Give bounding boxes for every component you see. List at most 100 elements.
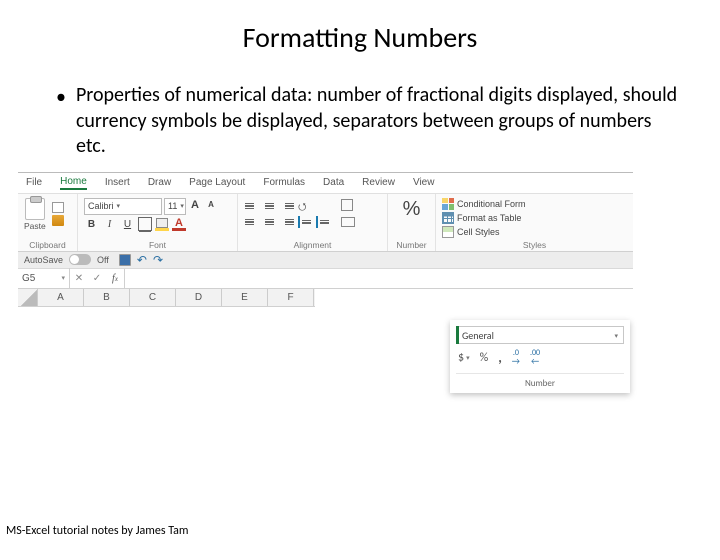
increase-decimal-button[interactable]: .0→ [512,349,520,366]
fx-icon[interactable]: fx [106,273,124,284]
align-bottom-icon[interactable] [280,200,295,212]
bullet-marker: • [56,85,66,160]
percent-style-icon[interactable]: % [403,198,421,221]
decrease-decimal-button[interactable]: .00← [530,349,540,366]
excel-screenshot: File Home Insert Draw Page Layout Formul… [18,172,633,307]
col-header[interactable]: D [176,289,222,306]
quick-access-toolbar: AutoSave Off ↶ ↷ [18,252,633,269]
decrease-font-icon[interactable]: A [204,198,218,212]
tab-review[interactable]: Review [362,177,395,188]
tab-home[interactable]: Home [60,176,87,190]
tab-page-layout[interactable]: Page Layout [189,177,245,188]
chevron-down-icon: ▾ [614,331,618,340]
formula-input[interactable] [125,269,633,288]
cell-styles-label: Cell Styles [457,227,500,237]
font-name-value: Calibri [88,201,114,211]
wrap-text-button[interactable] [339,198,357,213]
bullet-item: • Properties of numerical data: number o… [56,83,680,160]
format-painter-icon[interactable] [52,215,64,226]
decrease-indent-icon[interactable] [298,216,313,228]
format-table-icon [442,212,454,224]
group-alignment: ⭯ Alignment [238,194,388,251]
currency-style-button[interactable]: $ ▾ [458,351,470,365]
autosave-toggle[interactable] [69,254,91,265]
formula-bar: G5 ▾ ✕ ✓ fx [18,269,633,289]
autosave-label: AutoSave [24,255,63,265]
chevron-down-icon: ▾ [61,274,65,282]
tab-file[interactable]: File [26,177,42,188]
fill-color-button[interactable] [155,218,169,231]
name-box-value: G5 [22,273,35,284]
slide-footer: MS-Excel tutorial notes by James Tam [6,524,188,538]
clipboard-label: Clipboard [24,240,71,250]
merge-icon [341,217,355,227]
bullet-text: Properties of numerical data: number of … [76,83,680,160]
undo-icon[interactable]: ↶ [137,254,147,266]
cell-styles-icon [442,226,454,238]
font-color-swatch [172,228,186,231]
styles-label: Styles [442,240,627,250]
number-label: Number [394,240,429,250]
name-box[interactable]: G5 ▾ [18,268,70,288]
slide-title: Formatting Numbers [0,20,720,55]
enter-formula-icon[interactable]: ✓ [88,273,106,284]
conditional-formatting-label: Conditional Form [457,199,526,209]
align-center-icon[interactable] [262,216,277,228]
tab-view[interactable]: View [413,177,435,188]
number-format-value: General [462,329,494,342]
chevron-down-icon: ▾ [466,353,470,362]
number-format-popout: General ▾ $ ▾ % , .0→ .00← Number [450,320,630,393]
tab-data[interactable]: Data [323,177,344,188]
col-header[interactable]: E [222,289,268,306]
orientation-icon[interactable]: ⭯ [298,200,312,214]
col-header[interactable]: B [84,289,130,306]
paste-button[interactable]: Paste [24,198,46,231]
merge-center-button[interactable] [339,215,357,230]
chevron-down-icon: ▾ [180,202,184,210]
copy-icon[interactable] [52,202,64,213]
cancel-formula-icon[interactable]: ✕ [70,273,88,284]
increase-indent-icon[interactable] [316,216,331,228]
paste-label: Paste [24,221,46,231]
font-label: Font [84,240,231,250]
comma-style-button[interactable]: , [498,349,502,366]
select-all-corner[interactable] [18,289,38,306]
font-size-value: 11 [168,201,177,211]
format-as-table-button[interactable]: Format as Table [442,212,627,224]
format-table-label: Format as Table [457,213,521,223]
group-font: Calibri ▾ 11 ▾ A A B I U [78,194,238,251]
wrap-text-icon [341,199,353,211]
redo-icon[interactable]: ↷ [153,254,163,266]
font-color-button[interactable]: A [172,218,186,231]
col-header[interactable]: A [38,289,84,306]
align-right-icon[interactable] [280,216,295,228]
align-middle-icon[interactable] [262,200,277,212]
save-icon[interactable] [119,254,131,266]
conditional-formatting-button[interactable]: Conditional Form [442,198,627,210]
autosave-state: Off [97,255,109,265]
font-name-combo[interactable]: Calibri ▾ [84,198,162,215]
group-clipboard: Paste Clipboard [18,194,78,251]
cell-styles-button[interactable]: Cell Styles [442,226,627,238]
bucket-icon [156,218,168,228]
ribbon: Paste Clipboard Calibri ▾ 11 [18,193,633,252]
bullet-list: • Properties of numerical data: number o… [56,83,680,160]
tab-formulas[interactable]: Formulas [263,177,305,188]
bold-button[interactable]: B [84,217,99,232]
font-size-combo[interactable]: 11 ▾ [164,198,186,215]
number-format-combo[interactable]: General ▾ [456,326,624,344]
percent-style-button[interactable]: % [480,351,489,365]
tab-draw[interactable]: Draw [148,177,171,188]
tab-insert[interactable]: Insert [105,177,130,188]
underline-button[interactable]: U [120,217,135,232]
italic-button[interactable]: I [102,217,117,232]
col-header[interactable]: F [268,289,314,306]
borders-button[interactable] [138,217,152,231]
increase-font-icon[interactable]: A [188,198,202,212]
comma-icon: , [498,349,502,366]
col-header[interactable]: C [130,289,176,306]
font-color-a-icon: A [175,218,183,228]
percent-icon: % [480,351,489,365]
align-top-icon[interactable] [244,200,259,212]
align-left-icon[interactable] [244,216,259,228]
